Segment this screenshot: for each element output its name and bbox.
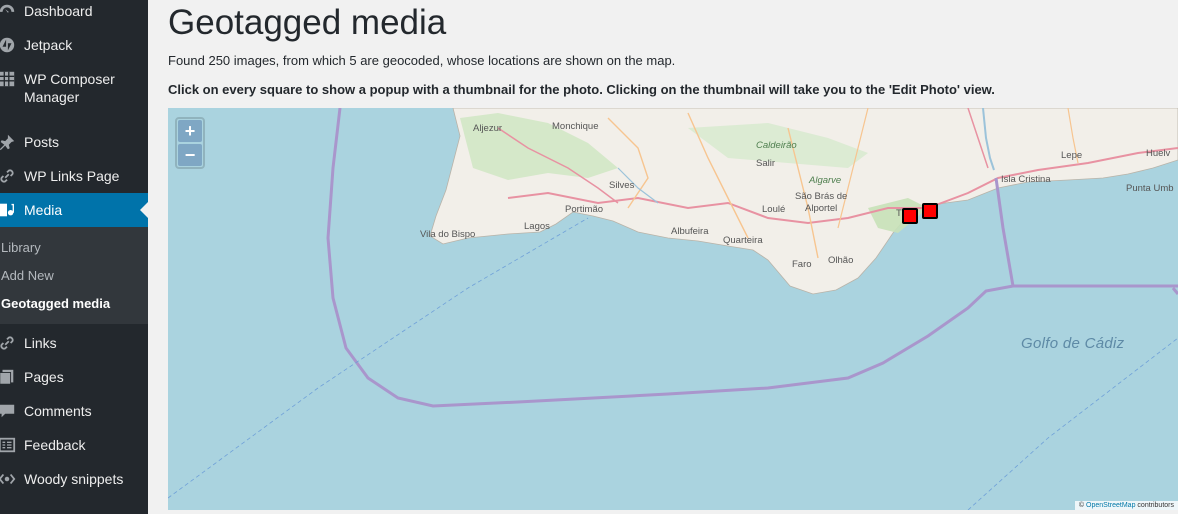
map-label-monchique: Monchique (552, 121, 599, 132)
page-title: Geotagged media (168, 3, 447, 42)
map-label-silves: Silves (609, 180, 635, 191)
pages-icon (0, 369, 14, 385)
sidebar-item-label: Pages (24, 369, 64, 385)
attribution-suffix: contributors (1137, 502, 1174, 509)
map-instructions: Click on every square to show a popup wi… (168, 82, 995, 97)
submenu-item-geotagged-media[interactable]: Geotagged media (1, 296, 110, 311)
map-label-punta-umbria: Punta Umb (1126, 183, 1174, 194)
map-label-faro: Faro (792, 259, 812, 270)
grid-icon (0, 71, 15, 87)
link-icon (0, 169, 14, 183)
geocode-summary: Found 250 images, from which 5 are geoco… (168, 53, 676, 68)
photo-marker[interactable] (902, 208, 918, 224)
map-label-quarteira: Quarteira (723, 235, 763, 246)
map-label-salir: Salir (756, 158, 776, 169)
map-label-isla-cristina: Isla Cristina (1001, 174, 1051, 185)
submenu-item-add-new[interactable]: Add New (1, 268, 54, 283)
snippets-icon (0, 473, 16, 485)
map-label-tavira: T (896, 208, 902, 219)
feedback-icon (0, 437, 16, 453)
map-label-lepe: Lepe (1061, 150, 1083, 161)
sidebar-item-label: WP Links Page (24, 168, 120, 184)
copyright-symbol: © (1078, 502, 1085, 509)
maritime-boundary (994, 177, 1015, 287)
shipping-lane (168, 217, 589, 499)
link-icon (0, 336, 14, 350)
map-label-albufeira: Albufeira (671, 226, 709, 237)
shipping-lane (967, 337, 1178, 510)
map-label-aljezur: Aljezur (473, 123, 503, 134)
map-label-olhao: Olhão (828, 255, 854, 266)
map-label-vila-do-bispo: Vila do Bispo (420, 229, 476, 240)
jetpack-icon (0, 37, 15, 53)
openstreetmap-link[interactable]: OpenStreetMap (1086, 502, 1135, 509)
map-label-sao-bras: São Brás de (795, 191, 848, 202)
map-label-alportel: Alportel (805, 203, 838, 214)
sidebar-item-label: Comments (24, 403, 92, 419)
map-label-portimao: Portimão (565, 204, 604, 215)
sidebar-item-label: Media (24, 202, 63, 218)
zoom-in-button[interactable]: + (178, 120, 202, 142)
dashboard-icon (0, 4, 15, 13)
map-label-lagos: Lagos (524, 221, 550, 232)
map-label-caldeirao: Caldeirão (756, 140, 797, 151)
map-label-golfo-de-cadiz: Golfo de Cádiz (1021, 335, 1125, 352)
media-submenu: Library Add New Geotagged media (0, 227, 148, 324)
map-label-huelva: Huelv (1146, 148, 1171, 159)
map-label-loule: Loulé (762, 204, 786, 215)
pin-icon (0, 134, 15, 151)
sidebar-item-label: Posts (24, 134, 60, 150)
map-tiles (168, 108, 1178, 510)
media-icon (0, 203, 14, 217)
sidebar-item-label: Dashboard (24, 3, 93, 19)
map-label-algarve: Algarve (809, 175, 842, 186)
maritime-boundary (1171, 287, 1178, 295)
sidebar-item-label: WP Composer Manager (24, 71, 115, 105)
comments-icon (0, 404, 15, 418)
sidebar-item-label: Links (24, 335, 57, 351)
sidebar-item-label: Feedback (24, 437, 86, 453)
sidebar-item-media[interactable]: Media (0, 193, 148, 227)
submenu-item-library[interactable]: Library (1, 240, 41, 255)
photo-marker[interactable] (922, 203, 938, 219)
sidebar-item-label: Jetpack (24, 37, 73, 53)
zoom-control: + − (175, 117, 205, 169)
map-attribution: © OpenStreetMap contributors (1074, 501, 1178, 510)
zoom-out-button[interactable]: − (178, 144, 202, 166)
geotagged-map[interactable]: + − Aljezur Monchique Caldeirão Salir Al… (168, 108, 1178, 510)
sidebar-item-label: Woody snippets (24, 471, 124, 487)
admin-sidebar: Dashboard Jetpack WP Composer Manager Po… (0, 0, 148, 514)
